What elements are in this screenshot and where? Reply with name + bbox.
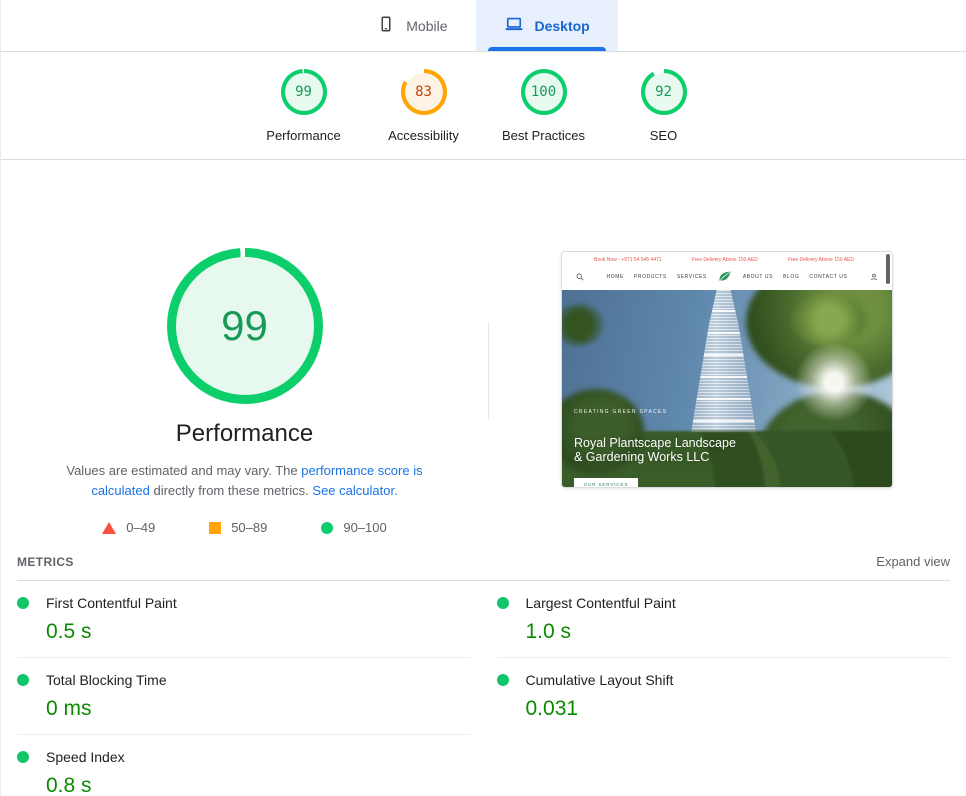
good-circle-icon bbox=[321, 522, 333, 534]
performance-big-score: 99 bbox=[176, 257, 314, 395]
preview-search-icon bbox=[576, 268, 584, 286]
score-item-best-practices[interactable]: 100 Best Practices bbox=[489, 69, 599, 159]
good-metric-dot-icon bbox=[497, 674, 509, 686]
metric-value: 0.5 s bbox=[46, 620, 471, 644]
seo-score-gauge: 92 bbox=[641, 69, 687, 115]
preview-logo-leaf-icon bbox=[717, 270, 733, 285]
preview-nav-services: SERVICES bbox=[677, 274, 707, 280]
good-metric-dot-icon bbox=[497, 597, 509, 609]
accessibility-score-value: 83 bbox=[405, 73, 443, 111]
metrics-header: METRICS Expand view bbox=[17, 554, 950, 581]
sun-glare-graphic bbox=[789, 337, 879, 427]
desktop-laptop-icon bbox=[504, 14, 524, 37]
performance-gauge-panel: 99 Performance Values are estimated and … bbox=[1, 160, 488, 541]
good-metric-dot-icon bbox=[17, 751, 29, 763]
preview-nav-contact: CONTACT US bbox=[809, 274, 847, 280]
good-metric-dot-icon bbox=[17, 674, 29, 686]
average-square-icon bbox=[209, 522, 221, 534]
metric-name: Total Blocking Time bbox=[46, 672, 167, 688]
metric-name: Largest Contentful Paint bbox=[526, 595, 676, 611]
best-practices-score-value: 100 bbox=[525, 73, 563, 111]
legend-average: 50–89 bbox=[209, 520, 267, 535]
best-practices-score-label: Best Practices bbox=[502, 128, 585, 143]
see-calculator-link[interactable]: See calculator. bbox=[312, 483, 397, 498]
mobile-phone-icon bbox=[377, 15, 395, 36]
expand-view-button[interactable]: Expand view bbox=[876, 554, 950, 569]
metric-first-contentful-paint: First Contentful Paint 0.5 s bbox=[17, 581, 471, 658]
best-practices-score-gauge: 100 bbox=[521, 69, 567, 115]
good-metric-dot-icon bbox=[17, 597, 29, 609]
preview-nav-blog: BLOG bbox=[783, 274, 799, 280]
performance-heading: Performance bbox=[176, 420, 313, 448]
metric-value: 0 ms bbox=[46, 697, 471, 721]
category-scores-row: 99 Performance 83 Accessibility 100 Best… bbox=[1, 52, 966, 160]
score-item-seo[interactable]: 92 SEO bbox=[609, 69, 719, 159]
tab-desktop[interactable]: Desktop bbox=[476, 0, 618, 51]
preview-book-now-text: Book Now - +971 54 645 4471 bbox=[594, 257, 662, 263]
performance-score-value: 99 bbox=[285, 73, 323, 111]
device-tabs: Mobile Desktop bbox=[1, 0, 966, 52]
preview-nav-products: PRODUCTS bbox=[634, 274, 667, 280]
performance-score-label: Performance bbox=[266, 128, 340, 143]
metric-value: 0.8 s bbox=[46, 774, 471, 796]
disclaimer-text-mid: directly from these metrics. bbox=[150, 483, 313, 498]
legend-good-range: 90–100 bbox=[343, 520, 386, 535]
tab-mobile[interactable]: Mobile bbox=[349, 0, 475, 51]
score-item-accessibility[interactable]: 83 Accessibility bbox=[369, 69, 479, 159]
performance-summary: 99 Performance Values are estimated and … bbox=[1, 160, 966, 541]
fail-triangle-icon bbox=[102, 522, 116, 534]
seo-score-value: 92 bbox=[645, 73, 683, 111]
preview-announcement-bar: Book Now - +971 54 645 4471 Free Deliver… bbox=[562, 252, 892, 264]
preview-hero-eyebrow: CREATING GREEN SPACES bbox=[574, 409, 667, 415]
legend-fail-range: 0–49 bbox=[126, 520, 155, 535]
metric-value: 0.031 bbox=[526, 697, 951, 721]
preview-account-icon bbox=[870, 268, 878, 286]
preview-navbar: HOME PRODUCTS SERVICES ABOUT US BLOG CON… bbox=[562, 264, 892, 290]
preview-services-button: OUR SERVICES bbox=[574, 478, 638, 487]
score-disclaimer: Values are estimated and may vary. The p… bbox=[37, 461, 453, 501]
score-item-performance[interactable]: 99 Performance bbox=[249, 69, 359, 159]
preview-hero-image: CREATING GREEN SPACES Royal Plantscape L… bbox=[562, 290, 892, 487]
metric-speed-index: Speed Index 0.8 s bbox=[17, 735, 471, 796]
preview-scrollbar bbox=[886, 254, 890, 284]
tab-desktop-label: Desktop bbox=[535, 18, 590, 34]
metric-name: Speed Index bbox=[46, 749, 125, 765]
legend-average-range: 50–89 bbox=[231, 520, 267, 535]
score-legend: 0–49 50–89 90–100 bbox=[102, 520, 386, 535]
accessibility-score-gauge: 83 bbox=[401, 69, 447, 115]
tab-mobile-label: Mobile bbox=[406, 18, 447, 34]
performance-big-gauge: 99 bbox=[167, 248, 323, 404]
accessibility-score-label: Accessibility bbox=[388, 128, 459, 143]
metric-name: Cumulative Layout Shift bbox=[526, 672, 674, 688]
preview-nav-home: HOME bbox=[607, 274, 624, 280]
metrics-title: METRICS bbox=[17, 555, 74, 569]
seo-score-label: SEO bbox=[650, 128, 677, 143]
metric-total-blocking-time: Total Blocking Time 0 ms bbox=[17, 658, 471, 735]
preview-delivery-text-1: Free Delivery Above 150 AED bbox=[692, 257, 758, 263]
column-divider bbox=[488, 322, 489, 419]
pagespeed-report: Mobile Desktop 99 Performance 83 Accessi… bbox=[0, 0, 966, 796]
legend-fail: 0–49 bbox=[102, 520, 155, 535]
metric-name: First Contentful Paint bbox=[46, 595, 177, 611]
preview-nav-about: ABOUT US bbox=[743, 274, 773, 280]
metric-value: 1.0 s bbox=[526, 620, 951, 644]
disclaimer-text: Values are estimated and may vary. The bbox=[66, 463, 301, 478]
metric-cumulative-layout-shift: Cumulative Layout Shift 0.031 bbox=[497, 658, 951, 735]
metrics-grid: First Contentful Paint 0.5 s Largest Con… bbox=[17, 581, 950, 796]
preview-hero-title: Royal Plantscape Landscape & Gardening W… bbox=[574, 436, 738, 466]
legend-good: 90–100 bbox=[321, 520, 386, 535]
site-screenshot-thumbnail[interactable]: Book Now - +971 54 645 4471 Free Deliver… bbox=[561, 251, 893, 488]
tree-foliage-top-left bbox=[562, 304, 604, 346]
site-preview-panel: Book Now - +971 54 645 4471 Free Deliver… bbox=[488, 160, 966, 541]
metrics-section: METRICS Expand view First Contentful Pai… bbox=[1, 554, 966, 796]
performance-score-gauge: 99 bbox=[281, 69, 327, 115]
preview-delivery-text-2: Free Delivery Above 150 AED bbox=[788, 257, 854, 263]
preview-nav-links: HOME PRODUCTS SERVICES ABOUT US BLOG CON… bbox=[607, 270, 848, 285]
metric-largest-contentful-paint: Largest Contentful Paint 1.0 s bbox=[497, 581, 951, 658]
